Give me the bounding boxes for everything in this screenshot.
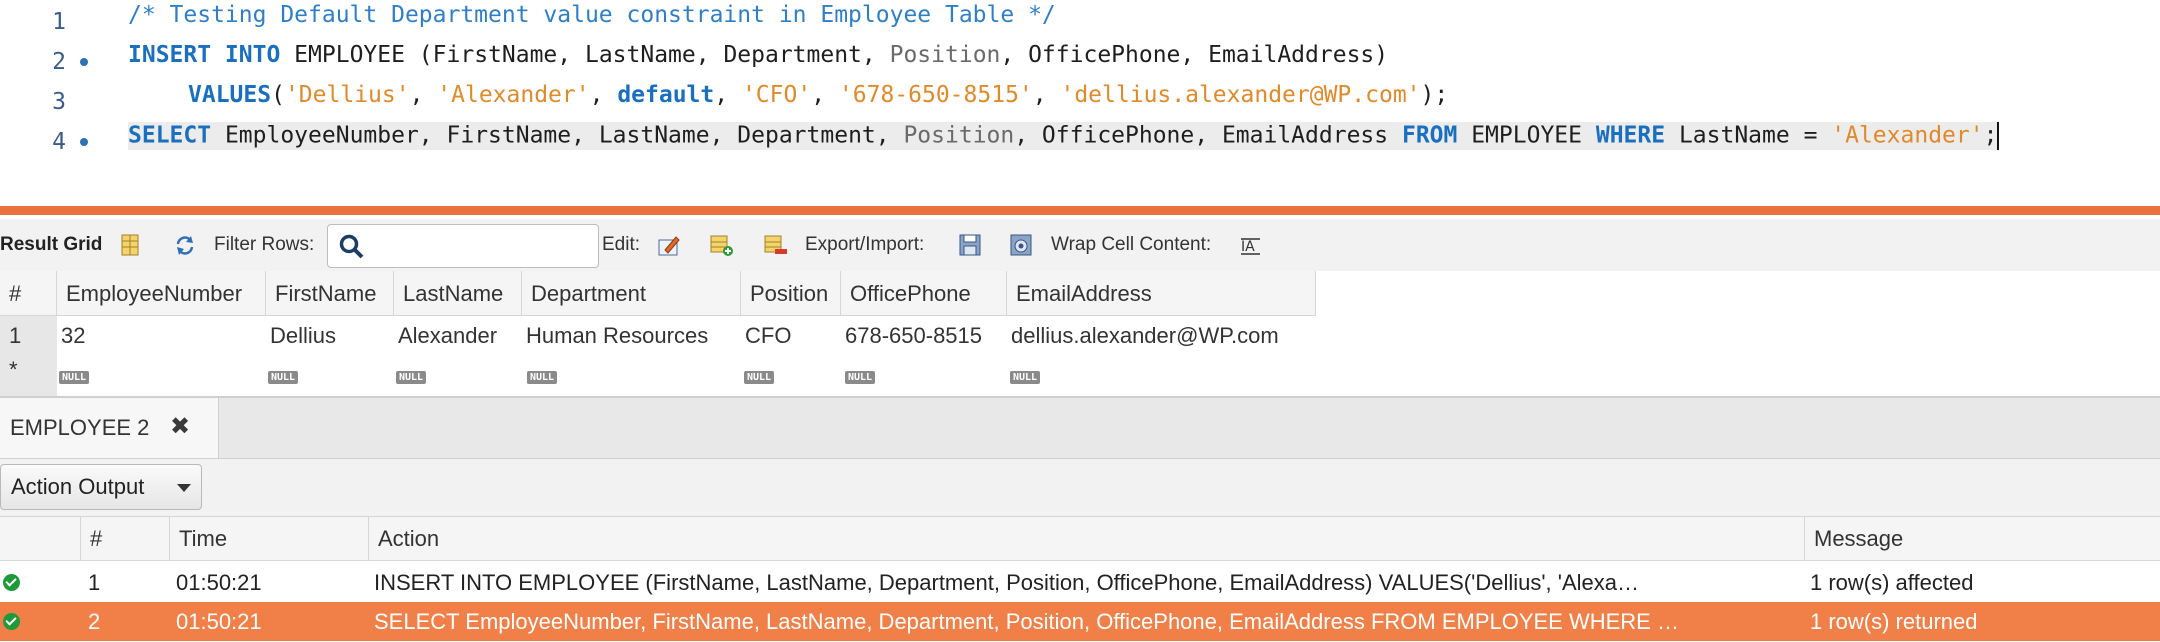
grid-view-icon[interactable] xyxy=(118,232,144,258)
editor-line[interactable]: 4 SELECT EmployeeNumber, FirstName, Last… xyxy=(0,122,2160,162)
column-header[interactable]: Time xyxy=(170,517,369,561)
statement-marker-icon xyxy=(80,138,88,146)
svg-text:IA: IA xyxy=(1241,239,1255,255)
column-header[interactable]: LastName xyxy=(394,271,522,316)
output-toolbar: Action Output xyxy=(0,459,2160,517)
column-header[interactable]: Action xyxy=(369,517,1805,561)
null-badge: NULL xyxy=(268,371,299,384)
column-header[interactable]: Department xyxy=(522,271,741,316)
null-badge: NULL xyxy=(1010,371,1041,384)
output-message: 1 row(s) returned xyxy=(1810,609,1978,634)
code-insert-statement[interactable]: INSERT INTO EMPLOYEE (FirstName, LastNam… xyxy=(128,42,1388,68)
line-number: 4 xyxy=(52,129,66,155)
output-action: SELECT EmployeeNumber, FirstName, LastNa… xyxy=(374,609,1679,634)
output-number: 1 xyxy=(88,570,101,595)
delete-row-icon[interactable] xyxy=(762,232,788,258)
edit-label: Edit: xyxy=(602,234,641,255)
column-header[interactable]: Message xyxy=(1805,517,2160,561)
export-icon[interactable] xyxy=(957,232,983,258)
export-import-label: Export/Import: xyxy=(805,234,925,255)
null-badge: NULL xyxy=(845,371,876,384)
editor-line[interactable]: 3 VALUES('Dellius', 'Alexander', default… xyxy=(0,82,2160,122)
success-icon xyxy=(3,613,20,630)
filter-rows-label: Filter Rows: xyxy=(214,234,315,255)
wrap-text-icon[interactable]: IA xyxy=(1238,232,1264,258)
line-number: 3 xyxy=(52,89,66,115)
column-header[interactable] xyxy=(0,517,81,561)
statement-marker-icon xyxy=(80,58,88,66)
result-grid[interactable]: # EmployeeNumber FirstName LastName Depa… xyxy=(0,271,2160,397)
table-cell[interactable]: 678-650-8515 xyxy=(836,316,1007,356)
output-time: 01:50:21 xyxy=(176,570,262,595)
column-header[interactable]: Position xyxy=(741,271,841,316)
null-badge: NULL xyxy=(59,371,90,384)
table-cell[interactable]: Human Resources xyxy=(517,316,741,356)
search-icon xyxy=(339,234,364,259)
column-header[interactable]: OfficePhone xyxy=(841,271,1007,316)
close-icon[interactable]: ✖ xyxy=(170,414,190,440)
result-toolbar: Result Grid Filter Rows: Edit: Export/Im… xyxy=(0,219,2160,272)
new-row-marker[interactable]: * xyxy=(0,356,57,396)
sql-editor[interactable]: 1 /* Testing Default Department value co… xyxy=(0,0,2160,204)
output-type-label: Action Output xyxy=(11,474,145,499)
output-type-select[interactable]: Action Output xyxy=(0,464,202,510)
column-header[interactable]: FirstName xyxy=(266,271,394,316)
code-select-statement[interactable]: SELECT EmployeeNumber, FirstName, LastNa… xyxy=(128,122,2000,150)
editor-line[interactable]: 1 /* Testing Default Department value co… xyxy=(0,2,2160,42)
output-number: 2 xyxy=(88,609,101,634)
filter-rows-input[interactable] xyxy=(327,224,599,268)
table-cell[interactable]: dellius.alexander@WP.com xyxy=(1002,316,1332,356)
output-message: 1 row(s) affected xyxy=(1810,570,1974,595)
table-cell[interactable]: Dellius xyxy=(261,316,394,356)
wrap-cell-label: Wrap Cell Content: xyxy=(1051,234,1212,255)
column-header[interactable]: # xyxy=(81,517,170,561)
line-number: 1 xyxy=(52,9,66,35)
line-number: 2 xyxy=(52,49,66,75)
tab-label: EMPLOYEE 2 xyxy=(10,415,150,440)
row-number[interactable]: 1 xyxy=(0,316,57,356)
success-icon xyxy=(3,574,20,591)
panel-splitter[interactable] xyxy=(0,206,2160,215)
table-cell[interactable]: CFO xyxy=(736,316,841,356)
output-time: 01:50:21 xyxy=(176,609,262,634)
column-header[interactable]: EmailAddress xyxy=(1007,271,1316,316)
result-grid-label: Result Grid xyxy=(0,234,103,255)
column-header[interactable]: # xyxy=(0,271,57,316)
text-caret xyxy=(1997,122,2000,150)
table-cell[interactable]: 32 xyxy=(52,316,266,356)
edit-row-icon[interactable] xyxy=(656,232,682,258)
table-cell[interactable]: Alexander xyxy=(389,316,522,356)
result-tabs: EMPLOYEE 2 ✖ xyxy=(0,398,2160,459)
code-comment[interactable]: /* Testing Default Department value cons… xyxy=(128,2,1056,28)
null-badge: NULL xyxy=(527,371,558,384)
tab-employee-2[interactable]: EMPLOYEE 2 ✖ xyxy=(0,398,219,458)
output-row[interactable]: 2 01:50:21 SELECT EmployeeNumber, FirstN… xyxy=(0,602,2160,641)
add-row-icon[interactable] xyxy=(708,232,734,258)
output-row[interactable]: 1 01:50:21 INSERT INTO EMPLOYEE (FirstNa… xyxy=(0,563,2160,602)
import-icon[interactable] xyxy=(1008,232,1034,258)
chevron-down-icon xyxy=(177,484,191,492)
output-action: INSERT INTO EMPLOYEE (FirstName, LastNam… xyxy=(374,570,1640,595)
editor-line[interactable]: 2 INSERT INTO EMPLOYEE (FirstName, LastN… xyxy=(0,42,2160,82)
refresh-icon[interactable] xyxy=(172,232,198,258)
code-values-clause[interactable]: VALUES('Dellius', 'Alexander', default, … xyxy=(188,82,1448,108)
null-badge: NULL xyxy=(744,371,775,384)
null-badge: NULL xyxy=(396,371,427,384)
column-header[interactable]: EmployeeNumber xyxy=(57,271,266,316)
